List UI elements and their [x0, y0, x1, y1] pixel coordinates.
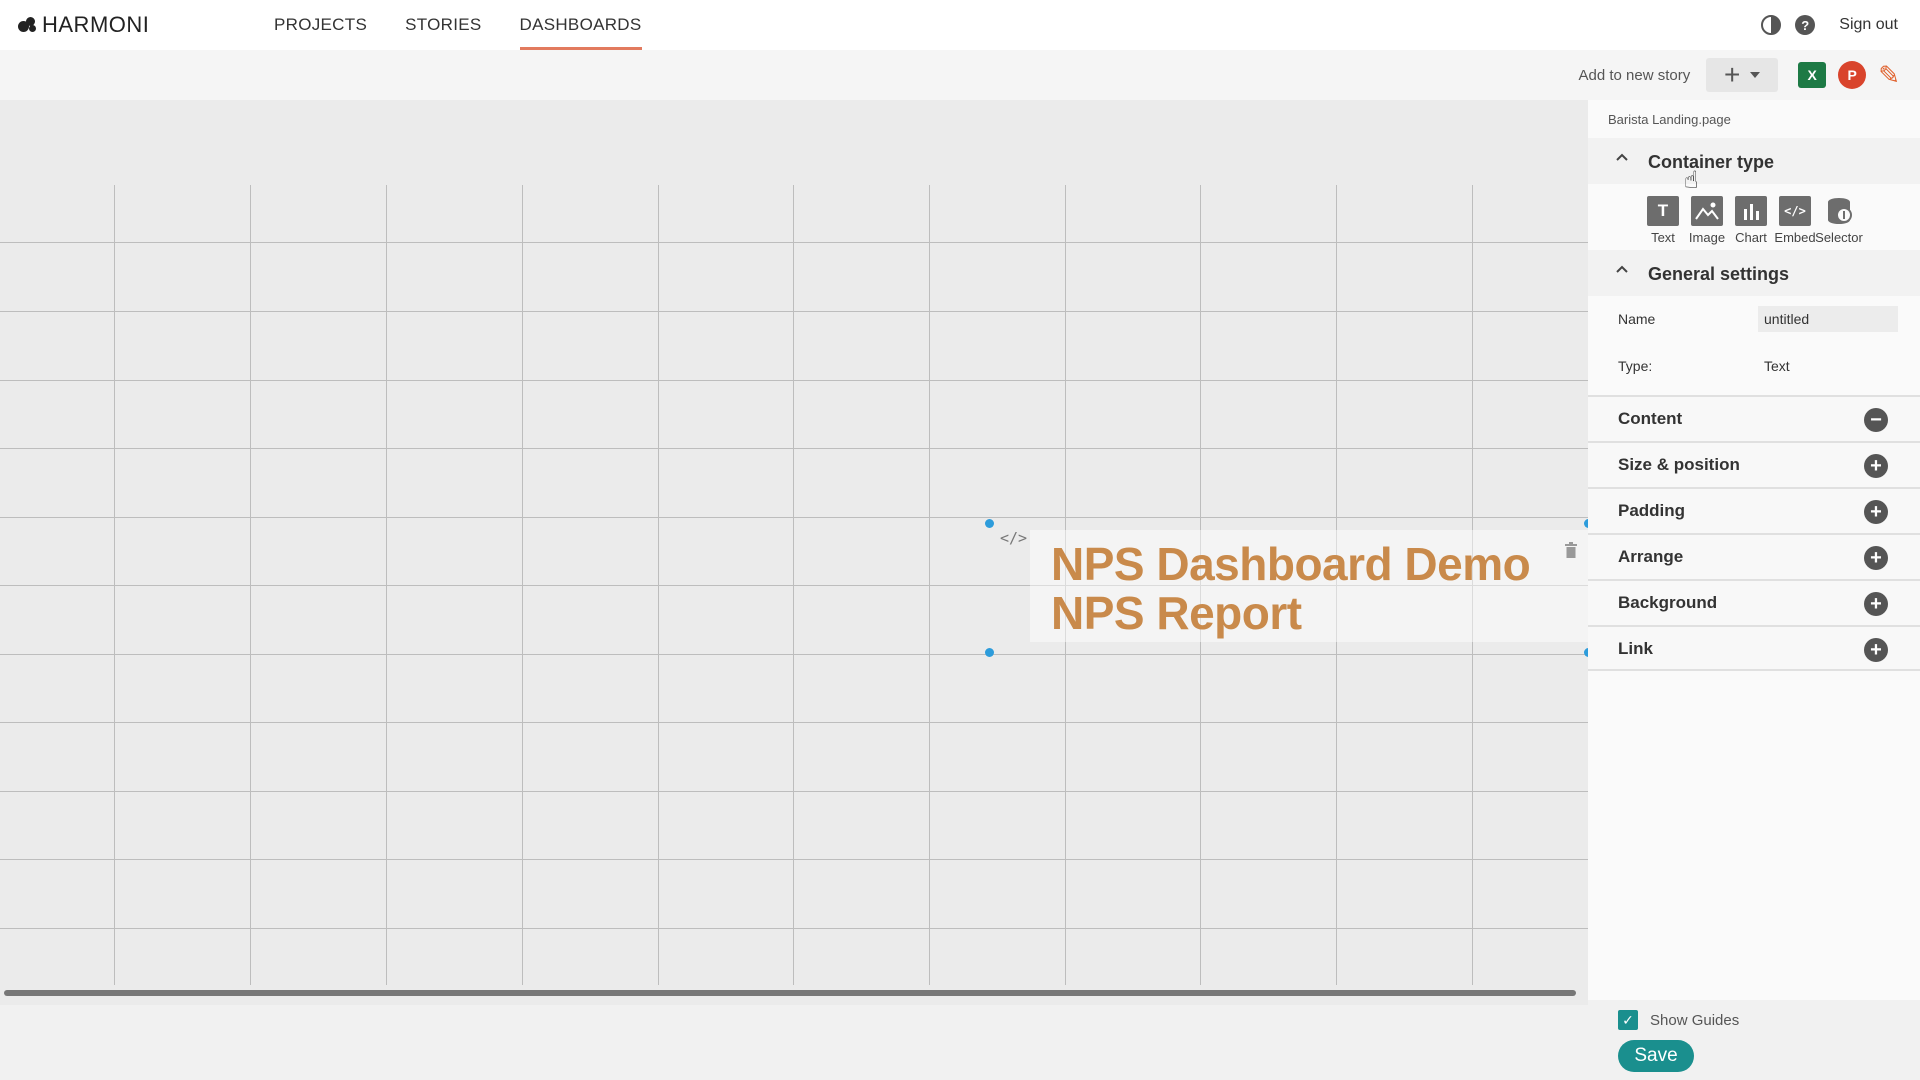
plus-circle-icon[interactable]: +	[1864, 500, 1888, 524]
type-value: Text	[1764, 358, 1790, 374]
show-guides-checkbox[interactable]: ✓	[1618, 1010, 1638, 1030]
section-background[interactable]: Background +	[1588, 579, 1920, 625]
section-content-label: Content	[1618, 409, 1683, 428]
section-size-position[interactable]: Size & position +	[1588, 441, 1920, 487]
dashboard-canvas[interactable]: </> NPS Dashboard Demo NPS Report	[0, 100, 1588, 1080]
section-padding[interactable]: Padding +	[1588, 487, 1920, 533]
section-size-position-label: Size & position	[1618, 455, 1740, 474]
logo-text: HARMONI	[42, 12, 150, 37]
section-background-label: Background	[1618, 593, 1718, 612]
chevron-up-icon	[1616, 265, 1628, 273]
name-label: Name	[1618, 311, 1656, 327]
widget-title-line-1: NPS Dashboard Demo	[1051, 538, 1531, 590]
type-option-selector[interactable]: Selector	[1815, 196, 1863, 245]
show-guides-toggle[interactable]: ✓ Show Guides	[1618, 1010, 1739, 1030]
selector-type-icon	[1823, 196, 1855, 226]
canvas-footer-strip	[0, 1005, 1588, 1080]
type-option-image[interactable]: Image	[1688, 196, 1726, 245]
type-label-image: Image	[1688, 230, 1726, 245]
general-settings-heading: General settings	[1648, 264, 1790, 284]
type-label-text: Text	[1651, 230, 1675, 245]
section-arrange-label: Arrange	[1618, 547, 1684, 566]
hand-cursor-icon: ☝	[1684, 167, 1699, 194]
resize-handle-bottom-left[interactable]	[985, 648, 994, 657]
main-nav: PROJECTS STORIES DASHBOARDS	[274, 0, 642, 50]
type-label: Type:	[1618, 358, 1653, 374]
chevron-up-icon	[1616, 153, 1628, 161]
horizontal-scrollbar[interactable]	[4, 989, 1584, 997]
chart-type-icon	[1735, 196, 1767, 226]
dashboard-toolbar: Add to new story + X P ✎	[0, 50, 1920, 100]
section-link-label: Link	[1618, 639, 1653, 658]
add-to-story-dropdown[interactable]: +	[1706, 58, 1779, 92]
widget-title-text: NPS Dashboard Demo NPS Report	[1051, 538, 1531, 639]
top-navigation-bar: HARMONI PROJECTS STORIES DASHBOARDS ? Si…	[0, 0, 1920, 50]
section-padding-label: Padding	[1618, 501, 1686, 520]
type-option-chart[interactable]: Chart	[1732, 196, 1770, 245]
pencil-icon[interactable]: ✎	[1878, 60, 1900, 91]
contrast-icon[interactable]	[1761, 15, 1782, 35]
type-label-selector: Selector	[1815, 230, 1863, 245]
plus-circle-icon[interactable]: +	[1864, 592, 1888, 616]
name-input[interactable]	[1758, 306, 1898, 332]
page-breadcrumb: Barista Landing.page	[1608, 112, 1731, 127]
container-type-header[interactable]: Container type	[1588, 138, 1920, 184]
help-icon[interactable]: ?	[1795, 15, 1816, 35]
scrollbar-thumb[interactable]	[4, 990, 1576, 996]
type-label-embed: Embed	[1774, 230, 1816, 245]
embed-code-icon[interactable]: </>	[1000, 529, 1027, 547]
trash-icon[interactable]	[1564, 542, 1578, 558]
nav-projects[interactable]: PROJECTS	[274, 0, 367, 50]
powerpoint-icon[interactable]: P	[1838, 61, 1867, 89]
selected-text-container[interactable]: </> NPS Dashboard Demo NPS Report	[985, 519, 1588, 657]
save-button[interactable]: Save	[1618, 1040, 1694, 1072]
caret-down-icon	[1750, 72, 1761, 78]
type-option-embed[interactable]: </> Embed	[1774, 196, 1816, 245]
add-to-new-story-label: Add to new story	[1578, 66, 1691, 84]
sign-out-link[interactable]: Sign out	[1839, 16, 1898, 34]
resize-handle-top-left[interactable]	[985, 519, 994, 528]
widget-title-line-2: NPS Report	[1051, 587, 1302, 639]
section-link[interactable]: Link +	[1588, 625, 1920, 671]
logo-mark-icon	[18, 15, 38, 35]
nav-dashboards[interactable]: DASHBOARDS	[519, 0, 642, 50]
properties-panel: Barista Landing.page Container type T Te…	[1588, 100, 1920, 1080]
container-type-options: T Text Image Chart </> Embed Selector	[1644, 196, 1863, 245]
text-container-body[interactable]: NPS Dashboard Demo NPS Report	[1030, 530, 1588, 642]
text-type-icon: T	[1647, 196, 1679, 226]
general-settings-header[interactable]: General settings	[1588, 250, 1920, 296]
type-label-chart: Chart	[1735, 230, 1767, 245]
panel-footer: ✓ Show Guides Save	[1588, 1000, 1920, 1080]
plus-circle-icon[interactable]: +	[1864, 454, 1888, 478]
plus-circle-icon[interactable]: +	[1864, 546, 1888, 570]
nav-stories[interactable]: STORIES	[405, 0, 481, 50]
plus-icon: +	[1724, 59, 1741, 90]
top-right-actions: ? Sign out	[1761, 0, 1898, 50]
plus-circle-icon[interactable]: +	[1864, 638, 1888, 662]
container-type-heading: Container type	[1648, 152, 1775, 172]
embed-type-icon: </>	[1779, 196, 1811, 226]
minus-circle-icon[interactable]: −	[1864, 408, 1888, 432]
type-option-text[interactable]: T Text	[1644, 196, 1682, 245]
section-arrange[interactable]: Arrange +	[1588, 533, 1920, 579]
harmoni-logo[interactable]: HARMONI	[18, 12, 149, 38]
show-guides-label: Show Guides	[1650, 1011, 1740, 1029]
image-type-icon	[1691, 196, 1723, 226]
toolbar-actions: Add to new story + X P ✎	[1578, 50, 1900, 100]
excel-icon[interactable]: X	[1798, 62, 1827, 88]
section-content[interactable]: Content −	[1588, 395, 1920, 441]
